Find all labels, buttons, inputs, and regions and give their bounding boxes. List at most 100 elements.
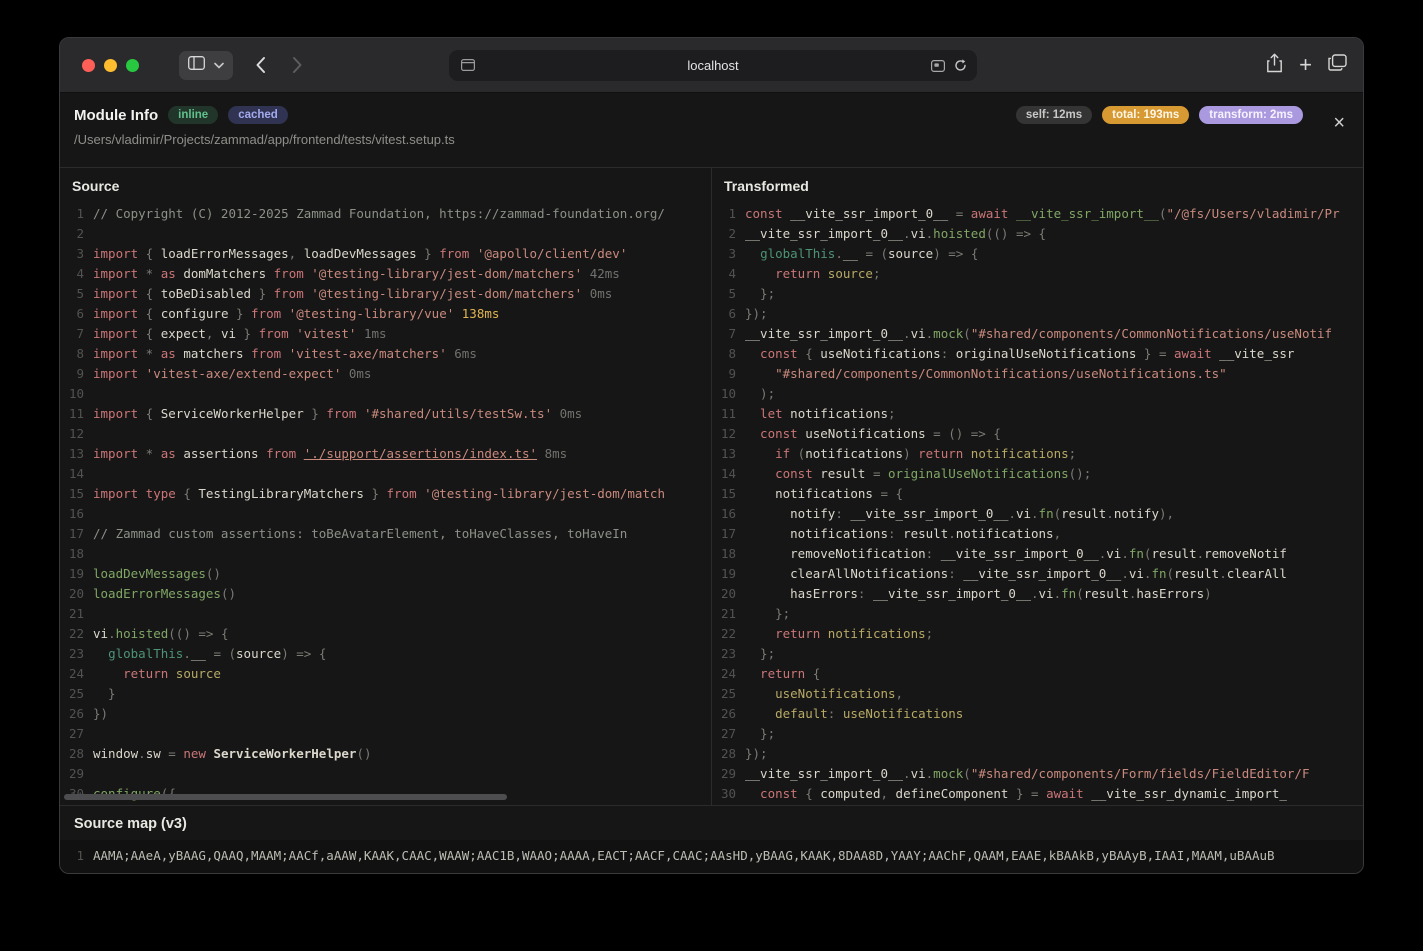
code-line: 5 }; — [712, 284, 1363, 304]
line-number: 23 — [720, 646, 736, 661]
code-line: 2 — [60, 224, 711, 244]
line-number: 26 — [720, 706, 736, 721]
line-number: 22 — [68, 626, 84, 641]
line-number: 27 — [720, 726, 736, 741]
code-line: 25 } — [60, 684, 711, 704]
module-path: /Users/vladimir/Projects/zammad/app/fron… — [74, 132, 455, 147]
sourcemap-mapping: AAMA;AAeA,yBAAG,QAAQ,MAAM;AACf,aAAW,KAAK… — [93, 848, 1275, 863]
code-line: 4 import * as domMatchers from '@testing-… — [60, 264, 711, 284]
code-line: 14 const result = originalUseNotificatio… — [712, 464, 1363, 484]
line-number: 14 — [720, 466, 736, 481]
line-number: 12 — [720, 426, 736, 441]
line-number: 4 — [76, 266, 84, 281]
line-number: 29 — [68, 766, 84, 781]
line-number: 21 — [720, 606, 736, 621]
code-line: 11 import { ServiceWorkerHelper } from '#… — [60, 404, 711, 424]
line-number: 6 — [728, 306, 736, 321]
code-line: 12 const useNotifications = () => { — [712, 424, 1363, 444]
code-line: 11 let notifications; — [712, 404, 1363, 424]
code-line: 23 globalThis.__ = (source) => { — [60, 644, 711, 664]
code-line: 20 hasErrors: __vite_ssr_import_0__.vi.f… — [712, 584, 1363, 604]
site-settings-icon[interactable] — [931, 59, 946, 75]
line-number: 10 — [68, 386, 84, 401]
code-line: 28}); — [712, 744, 1363, 764]
code-line: 4 return source; — [712, 264, 1363, 284]
code-line: 18 — [60, 544, 711, 564]
new-tab-button[interactable]: + — [1299, 54, 1312, 76]
line-number: 2 — [728, 226, 736, 241]
line-number: 8 — [728, 346, 736, 361]
line-number: 5 — [728, 286, 736, 301]
code-line: 25 useNotifications, — [712, 684, 1363, 704]
timing-metrics: self: 12ms total: 193ms transform: 2ms — [1015, 106, 1303, 124]
code-line: 2 __vite_ssr_import_0__.vi.hoisted(() => … — [712, 224, 1363, 244]
code-line: 8 const { useNotifications: originalUseN… — [712, 344, 1363, 364]
minimize-window-button[interactable] — [104, 58, 117, 72]
source-panel-title: Source — [72, 178, 120, 194]
badge-cached: cached — [228, 106, 288, 124]
line-number: 12 — [68, 426, 84, 441]
module-link[interactable]: './support/assertions/index.ts' — [304, 446, 537, 461]
code-line: 9 import 'vitest-axe/extend-expect' 0ms — [60, 364, 711, 384]
line-number: 25 — [720, 686, 736, 701]
code-line: 6 import { configure } from '@testing-lib… — [60, 304, 711, 324]
code-line: 1 const __vite_ssr_import_0__ = await __v… — [712, 204, 1363, 224]
line-number: 17 — [68, 526, 84, 541]
source-panel: Source 1// Copyright (C) 2012-2025 Zamma… — [60, 168, 711, 805]
line-number: 9 — [76, 366, 84, 381]
line-number: 19 — [68, 566, 84, 581]
code-line: 10 — [60, 384, 711, 404]
toolbar-right: + — [1266, 38, 1347, 92]
line-number: 19 — [720, 566, 736, 581]
line-number: 28 — [720, 746, 736, 761]
sidebar-toggle-button[interactable] — [179, 50, 233, 80]
browser-window: localhost + Module Info inline cached se… — [59, 37, 1364, 874]
screen: localhost + Module Info inline cached se… — [0, 0, 1423, 951]
line-number: 3 — [728, 246, 736, 261]
code-line: 29 __vite_ssr_import_0__.vi.mock("#shared… — [712, 764, 1363, 784]
line-number: 14 — [68, 466, 84, 481]
share-icon[interactable] — [1266, 53, 1283, 78]
line-number: 16 — [68, 506, 84, 521]
code-line: 24 return { — [712, 664, 1363, 684]
line-number: 24 — [68, 666, 84, 681]
chevron-down-icon[interactable] — [214, 56, 224, 74]
browser-toolbar: localhost + — [60, 38, 1363, 93]
code-panels: Source 1// Copyright (C) 2012-2025 Zamma… — [60, 167, 1363, 805]
line-number: 15 — [720, 486, 736, 501]
line-number: 26 — [68, 706, 84, 721]
code-line: 16 notify: __vite_ssr_import_0__.vi.fn(r… — [712, 504, 1363, 524]
source-code[interactable]: 1// Copyright (C) 2012-2025 Zammad Found… — [60, 201, 711, 805]
code-line: 17 notifications: result.notifications, — [712, 524, 1363, 544]
transformed-code[interactable]: 1 const __vite_ssr_import_0__ = await __v… — [712, 201, 1363, 805]
code-line: 14 — [60, 464, 711, 484]
line-number: 1 — [76, 848, 84, 863]
line-number: 7 — [76, 326, 84, 341]
zoom-window-button[interactable] — [126, 58, 139, 72]
line-number: 11 — [720, 406, 736, 421]
reload-icon[interactable] — [954, 59, 967, 75]
address-bar[interactable]: localhost — [449, 50, 977, 81]
tab-overview-icon[interactable] — [1328, 54, 1347, 76]
forward-icon[interactable] — [292, 56, 303, 74]
code-line: 3 import { loadErrorMessages, loadDevMess… — [60, 244, 711, 264]
sidebar-icon — [188, 55, 205, 75]
page-title: Module Info — [74, 106, 159, 124]
url-text: localhost — [687, 58, 739, 73]
line-number: 13 — [68, 446, 84, 461]
code-line: 7 __vite_ssr_import_0__.vi.mock("#shared/… — [712, 324, 1363, 344]
code-line: 24 return source — [60, 664, 711, 684]
line-number: 29 — [720, 766, 736, 781]
line-number: 25 — [68, 686, 84, 701]
horizontal-scrollbar[interactable] — [64, 794, 507, 800]
line-number: 6 — [76, 306, 84, 321]
code-line: 10 ); — [712, 384, 1363, 404]
metric-transform: transform: 2ms — [1199, 106, 1303, 124]
close-icon[interactable]: × — [1333, 113, 1345, 133]
line-number: 17 — [720, 526, 736, 541]
back-icon[interactable] — [255, 56, 266, 74]
close-window-button[interactable] — [82, 58, 95, 72]
line-number: 3 — [76, 246, 84, 261]
reader-icon[interactable] — [461, 59, 476, 74]
code-line: 15 notifications = { — [712, 484, 1363, 504]
